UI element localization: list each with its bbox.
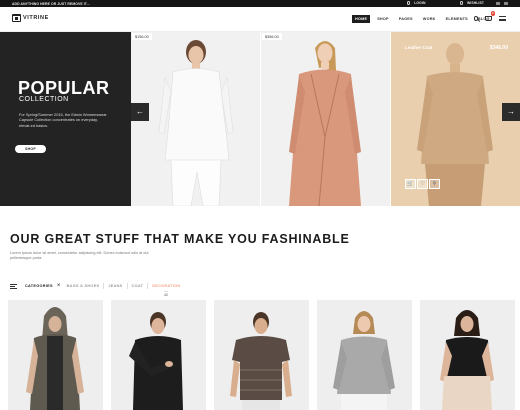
product-image-black-top [440,310,494,410]
nav-pages[interactable]: PAGES [396,15,416,23]
filter-bags-shoes[interactable]: BAGS & SHOES [67,284,100,288]
product-card[interactable] [317,300,412,410]
price-tag: $356.00 [262,33,282,40]
close-icon[interactable]: × [57,283,61,289]
shop-button[interactable]: SHOP [15,145,46,153]
hero-subtitle: COLLECTION [19,96,69,103]
logo[interactable]: VITRINE [12,14,49,22]
logo-text: VITRINE [23,15,49,21]
slider-next-arrow-icon[interactable]: → [502,103,520,121]
logo-icon [12,14,21,22]
price-tag: $156.00 [132,33,152,40]
product-image-black-turtleneck [129,312,183,410]
categories-label: CATEGORIES [25,284,53,288]
site-header: VITRINE HOME SHOP PAGES WORK ELEMENTS BL… [0,7,520,32]
slider-prev-arrow-icon[interactable]: ← [131,103,149,121]
divider [147,283,149,289]
cart-count-badge: 0 [490,11,495,16]
product-image-striped-tee [230,312,292,410]
currency-icon[interactable] [504,1,508,5]
filter-jeans[interactable]: JEANS [108,284,122,288]
main-nav: HOME SHOP PAGES WORK ELEMENTS BLOG [352,15,493,23]
nav-shop[interactable]: SHOP [374,15,392,23]
announcement-text: ADD ANYTHING HERE OR JUST REMOVE IT... [12,1,90,6]
hero-description: For Spring/Summer 2015, the Edwin Womens… [19,112,107,128]
divider [103,283,105,289]
nav-elements[interactable]: ELEMENTS [443,15,471,23]
product-card[interactable] [420,300,515,410]
hero-product-slide[interactable]: $356.00 [261,32,390,206]
product-image-hooded-vest [26,307,84,410]
nav-home[interactable]: HOME [352,15,371,23]
nav-work[interactable]: WORK [420,15,439,23]
category-filters: CATEGORIES × BAGS & SHOES JEANS COAT DEC… [10,283,180,289]
quick-actions: 🛒 ♡ ⚲ [405,179,440,189]
wishlist-heart-icon[interactable]: ♡ [417,179,428,189]
filter-count-badge: 42 [164,291,168,297]
hero-slider: POPULAR COLLECTION For Spring/Summer 201… [0,32,520,206]
hero-text-panel: POPULAR COLLECTION For Spring/Summer 201… [0,32,131,206]
quick-view-search-icon[interactable]: ⚲ [429,179,440,189]
model-image-peach-coat [289,41,361,206]
filter-icon[interactable] [10,283,17,289]
search-icon[interactable] [473,16,478,21]
hero-product-slide[interactable]: $156.00 [131,32,260,206]
cart-icon[interactable]: 0 [485,11,495,21]
model-image-white-outfit [158,40,234,206]
login-link[interactable]: LOGIN [414,1,425,5]
menu-icon[interactable] [499,16,506,21]
heart-icon [459,1,463,5]
filter-decoration[interactable]: DECORATION [152,284,180,288]
section-description: Lorem ipsum dolor sit amet, consectetur … [10,251,149,261]
top-announcement-bar: ADD ANYTHING HERE OR JUST REMOVE IT... L… [0,0,520,7]
slide-product-price: $346.00 [489,45,508,51]
product-card[interactable] [8,300,103,410]
hero-product-slide-active[interactable]: Leather Coat $346.00 🛒 ♡ ⚲ [391,32,520,206]
wishlist-link[interactable]: WISHLIST [467,1,484,5]
product-card[interactable] [111,300,206,410]
section-title: OUR GREAT STUFF THAT MAKE YOU FASHINABLE [10,232,350,246]
filter-coat[interactable]: COAT [132,284,144,288]
header-icons: 0 [473,11,506,21]
product-image-grey-sweater [333,311,395,410]
topbar-actions: LOGIN WISHLIST [406,1,508,5]
product-card[interactable] [214,300,309,410]
slide-product-name: Leather Coat [405,45,433,50]
flag-icon[interactable] [496,1,500,5]
add-to-cart-icon[interactable]: 🛒 [405,179,416,189]
user-icon [406,1,411,5]
divider [126,283,128,289]
